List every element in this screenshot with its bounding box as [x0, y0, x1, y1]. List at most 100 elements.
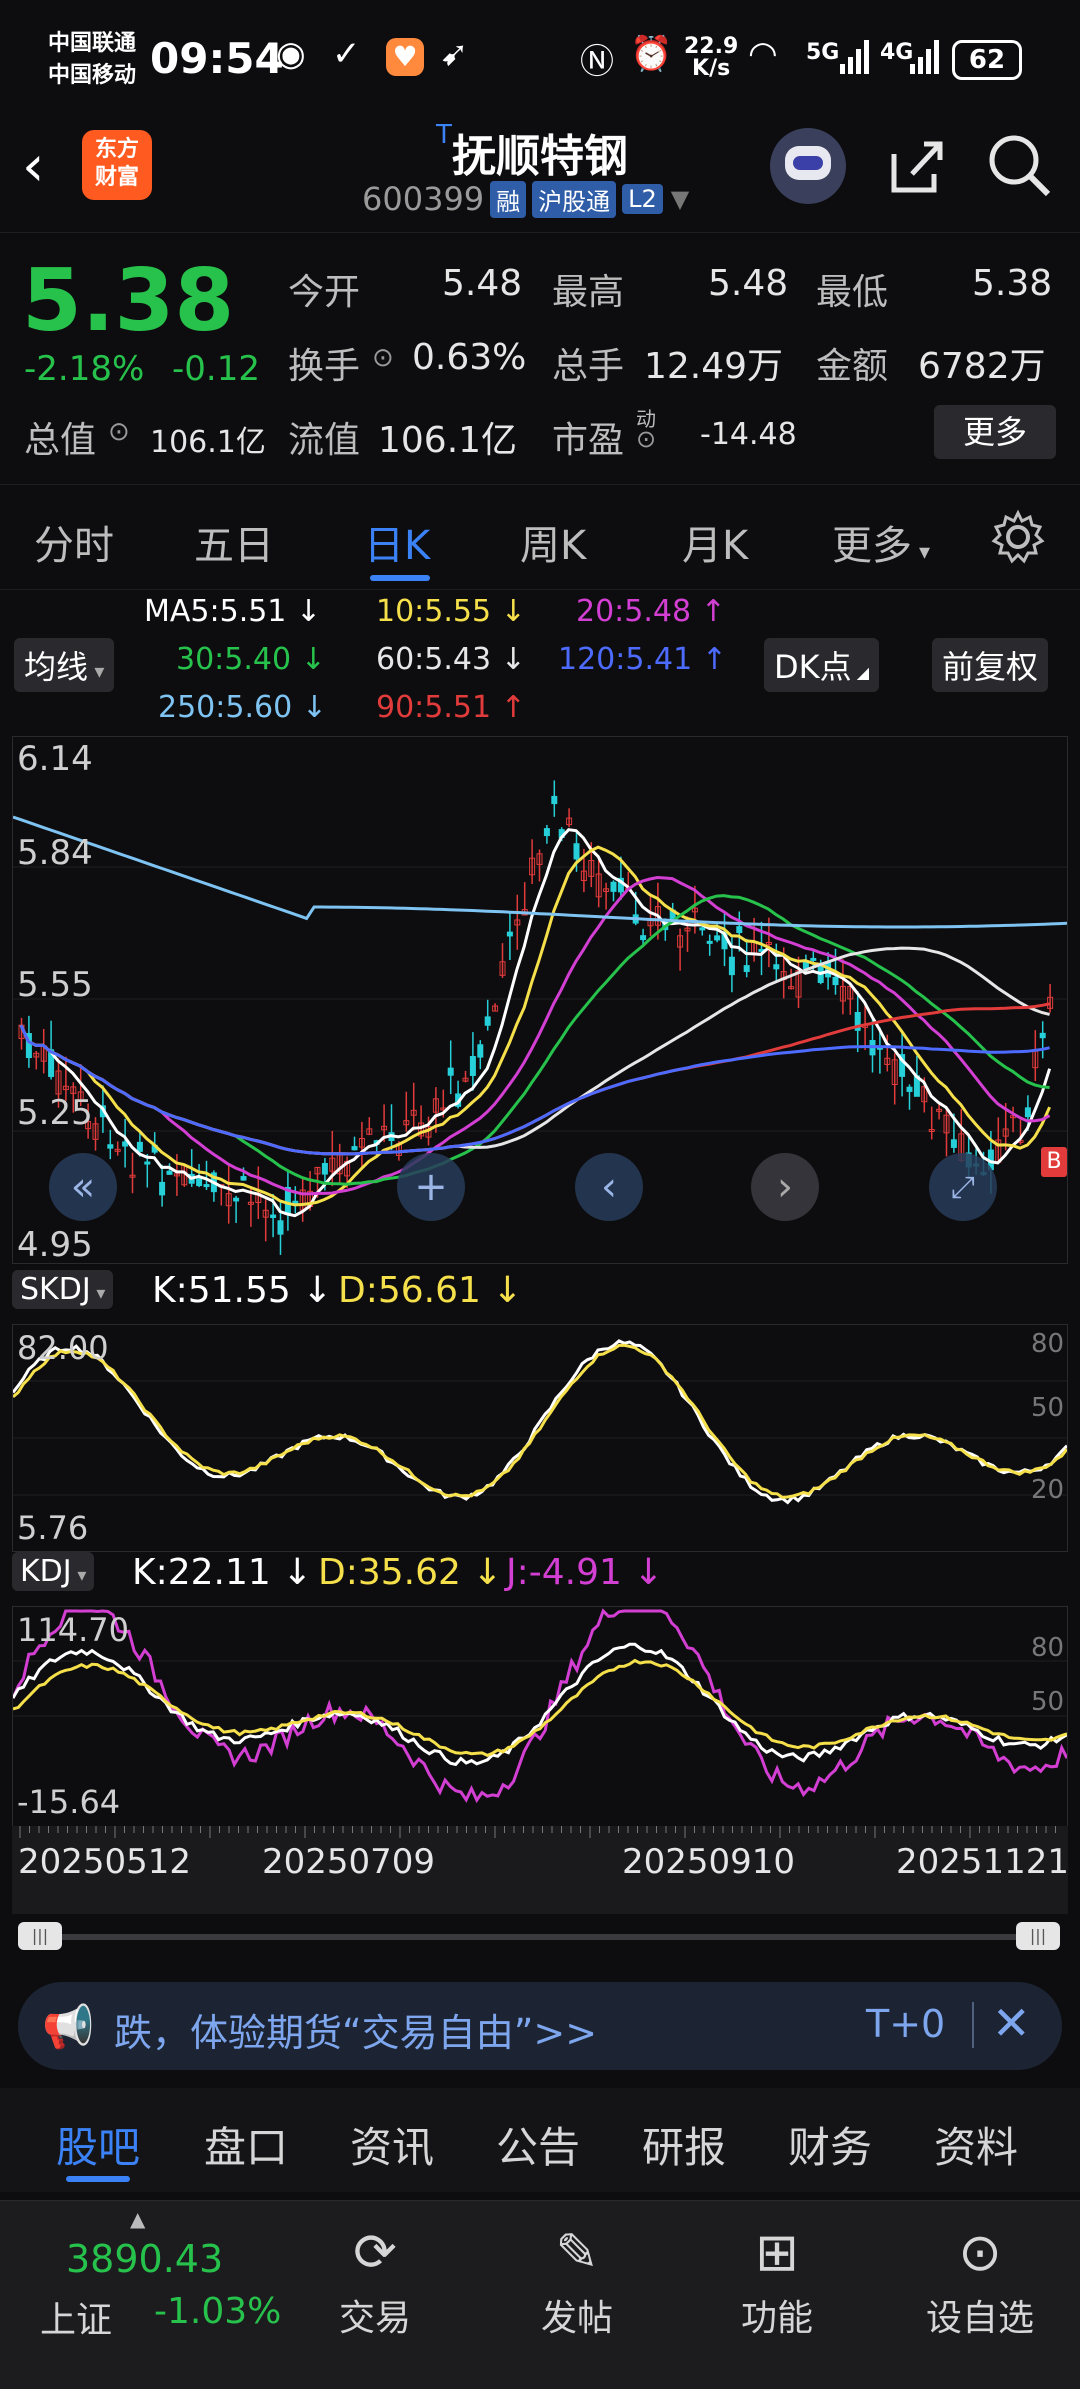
dk-point-button[interactable]: DK点 ◢	[764, 638, 880, 692]
status-time: 09:54	[150, 34, 284, 83]
caret-up-icon[interactable]: ▲	[130, 2207, 145, 2231]
skdj-chart[interactable]: 82.00 5.76 80 50 20	[12, 1324, 1068, 1552]
kline-chart[interactable]: 6.14 5.84 5.55 5.25 4.95 B « + ‹ › ⤢	[12, 736, 1068, 1265]
tab-forum[interactable]: 股吧	[56, 2114, 140, 2175]
candle-body	[1024, 1107, 1031, 1118]
nav-functions[interactable]: ⊞ 功能	[732, 2223, 822, 2341]
caret-down-icon[interactable]: ▼	[671, 185, 689, 213]
edit-icon: ✎	[555, 2223, 599, 2283]
tab-more[interactable]: 更多 ▾	[832, 513, 930, 571]
fullscreen-button[interactable]: ⤢	[929, 1153, 997, 1221]
candle-body	[743, 965, 750, 973]
robot-assistant-icon[interactable]	[770, 128, 846, 204]
candle-body	[240, 1176, 247, 1181]
scroll-right-button[interactable]: ›	[751, 1153, 819, 1221]
tab-announcements[interactable]: 公告	[496, 2114, 580, 2175]
candle-body	[773, 964, 780, 970]
market-cap-info-icon[interactable]: ⊙	[108, 417, 130, 447]
nav-post[interactable]: ✎ 发帖	[532, 2223, 622, 2341]
amount-label: 金额	[816, 346, 889, 387]
info-tabs: 股吧 盘口 资讯 公告 研报 财务 资料	[0, 2088, 1080, 2192]
signal-2-bars-icon	[910, 40, 940, 74]
low-value: 5.38	[972, 263, 1053, 304]
tab-weekly-k[interactable]: 周K	[520, 513, 586, 571]
kdj-selector[interactable]: KDJ ▾	[12, 1552, 95, 1591]
caret-down-icon: ▾	[71, 1565, 87, 1586]
candle-body	[543, 828, 550, 837]
candle-body	[810, 957, 817, 961]
skdj-selector[interactable]: SKDJ ▾	[12, 1270, 114, 1309]
share-icon[interactable]	[884, 134, 948, 202]
ma5-text: MA5:5.51 ↓	[144, 594, 322, 629]
tab-research[interactable]: 研报	[642, 2114, 726, 2175]
ma-selector-label: 均线	[24, 648, 89, 686]
candle-body	[573, 843, 580, 860]
signal-1-bars-icon	[840, 40, 870, 74]
plus-icon: +	[414, 1164, 448, 1210]
candle-body	[728, 956, 735, 976]
app-logo[interactable]: 东方 财富	[82, 130, 152, 200]
corner-icon: ◢	[851, 663, 870, 682]
tab-intraday[interactable]: 分时	[34, 513, 114, 571]
promo-banner[interactable]: 📢 跌，体验期货“交易自由”>> T+0 ✕	[18, 1982, 1062, 2070]
stock-name[interactable]: 抚顺特钢	[452, 120, 628, 184]
tab-monthly-k[interactable]: 月K	[682, 513, 748, 571]
nav-post-label: 发帖	[540, 2298, 613, 2339]
range-handle-right[interactable]: |||	[1016, 1922, 1060, 1950]
turnover-info-icon[interactable]: ⊙	[372, 343, 394, 373]
tab-news[interactable]: 资讯	[350, 2114, 434, 2175]
quote-panel: 5.38 -2.18% -0.12 今开 5.48 最高 5.48 最低 5.3…	[0, 232, 1080, 483]
more-quote-button[interactable]: 更多	[934, 405, 1056, 459]
trading-tag: T	[436, 120, 452, 150]
close-icon[interactable]: ✕	[992, 1996, 1031, 2050]
current-price: 5.38	[22, 251, 235, 351]
caret-down-icon: ▾	[912, 540, 931, 565]
net-speed-value: 22.9	[684, 34, 739, 59]
tab-daily-k[interactable]: 日K	[364, 513, 430, 571]
range-slider[interactable]: ||| |||	[18, 1922, 1062, 1952]
index-value[interactable]: 3890.43	[66, 2237, 223, 2281]
tab-profile[interactable]: 资料	[934, 2114, 1018, 2175]
candle-body	[144, 1161, 151, 1165]
pe-label: 市盈	[552, 420, 625, 461]
skdj-y-top: 82.00	[17, 1329, 109, 1367]
nav-add-watchlist[interactable]: ⊙ 设自选	[920, 2223, 1040, 2341]
candle-body	[469, 1056, 476, 1076]
candle-body	[714, 935, 721, 941]
zoom-out-left-button[interactable]: «	[49, 1153, 117, 1221]
search-icon[interactable]	[986, 132, 1052, 202]
app-notification-icon: ✓	[332, 34, 361, 74]
kline-canvas	[13, 780, 1067, 1255]
back-icon[interactable]: ‹	[22, 134, 44, 199]
active-tab-underline	[370, 575, 430, 581]
nfc-icon: Ⓝ	[580, 42, 614, 82]
candle-body	[270, 1214, 277, 1219]
range-handle-left[interactable]: |||	[18, 1922, 62, 1950]
tab-five-day[interactable]: 五日	[194, 513, 274, 571]
open-label: 今开	[288, 272, 361, 313]
pe-info-icon[interactable]: ⊙	[636, 425, 656, 453]
kdj-right-50: 50	[1031, 1687, 1065, 1717]
skdj-selector-label: SKDJ	[20, 1272, 91, 1307]
caret-down-icon: ▾	[90, 1283, 106, 1304]
y-label-bottom: 4.95	[17, 1225, 93, 1265]
ma-selector[interactable]: 均线 ▾	[14, 638, 115, 692]
nav-trade[interactable]: ⟳ 交易	[330, 2223, 420, 2341]
nav-functions-label: 功能	[740, 2298, 813, 2339]
expand-icon: ⤢	[951, 1169, 975, 1205]
zoom-in-button[interactable]: +	[397, 1153, 465, 1221]
kdj-y-bottom: -15.64	[17, 1783, 121, 1821]
candle-body	[477, 1044, 484, 1058]
kdj-canvas	[13, 1608, 1067, 1804]
ma20-line	[19, 875, 1051, 1196]
low-label: 最低	[816, 272, 889, 313]
y-label-2: 5.84	[17, 833, 93, 873]
kdj-chart[interactable]: 114.70 -15.64 80 50	[12, 1606, 1068, 1826]
buy-marker[interactable]: B	[1041, 1147, 1067, 1177]
settings-gear-icon[interactable]	[990, 509, 1046, 569]
price-adjust-button[interactable]: 前复权	[932, 638, 1049, 692]
tab-financials[interactable]: 财务	[788, 2114, 872, 2175]
ma250-legend: 250:5.60 ↓	[158, 690, 327, 725]
scroll-left-button[interactable]: ‹	[575, 1153, 643, 1221]
tab-order-book[interactable]: 盘口	[204, 2114, 288, 2175]
